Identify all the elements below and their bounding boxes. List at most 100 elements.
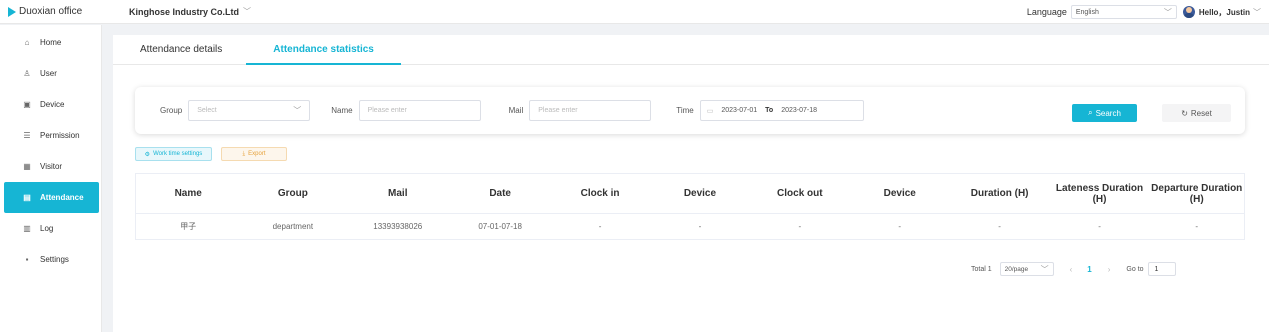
column-header[interactable]: Departure Duration (H) xyxy=(1149,173,1245,214)
table-cell: - xyxy=(1049,213,1150,240)
attendance-icon: ▤ xyxy=(23,193,31,202)
sidebar-item-label: Permission xyxy=(40,131,80,140)
sidebar-item-attendance[interactable]: ▤ Attendance xyxy=(4,182,99,213)
column-header[interactable]: Clock in xyxy=(550,173,650,214)
gear-icon: ⚙ xyxy=(144,151,151,158)
sidebar-item-settings[interactable]: ▪ Settings xyxy=(4,244,99,275)
page-number-current[interactable]: 1 xyxy=(1087,265,1091,274)
sidebar: ⌂ Home ♙ User ▣ Device ☰ Permission ▦ Vi… xyxy=(0,25,102,332)
work-time-label: Work time settings xyxy=(153,151,203,157)
name-placeholder: Please enter xyxy=(367,107,407,114)
mail-label: Mail xyxy=(508,106,524,115)
mail-input[interactable]: Please enter xyxy=(529,100,652,121)
date-to: 2023-07-18 xyxy=(781,107,818,114)
user-icon: ♙ xyxy=(23,69,31,78)
sidebar-item-label: User xyxy=(40,69,57,78)
pagination: Total 1 20/page ﹀ ‹ 1 › Go to 1 xyxy=(971,261,1176,277)
next-page-icon[interactable]: › xyxy=(1108,265,1111,274)
sidebar-item-label: Log xyxy=(40,224,54,233)
table-cell: - xyxy=(949,213,1050,240)
language-select[interactable]: English ﹀ xyxy=(1070,5,1177,19)
group-label: Group xyxy=(160,106,183,115)
visitor-icon: ▦ xyxy=(23,162,31,171)
search-icon: ⌕ xyxy=(1088,108,1093,117)
name-label: Name xyxy=(331,106,353,115)
sidebar-item-user[interactable]: ♙ User xyxy=(4,58,99,89)
table-cell: - xyxy=(749,213,850,240)
export-label: Export xyxy=(248,151,266,157)
permission-icon: ☰ xyxy=(23,131,31,140)
table-cell: - xyxy=(650,213,750,240)
sidebar-item-label: Home xyxy=(40,38,62,47)
sidebar-item-label: Settings xyxy=(40,255,69,264)
reset-icon: ↻ xyxy=(1181,108,1188,118)
date-to-label: To xyxy=(765,107,774,114)
sidebar-item-home[interactable]: ⌂ Home xyxy=(4,27,99,58)
sidebar-item-device[interactable]: ▣ Device xyxy=(4,89,99,120)
column-header[interactable]: Duration (H) xyxy=(949,173,1050,214)
reset-label: Reset xyxy=(1190,108,1212,118)
page-size-value: 20/page xyxy=(1004,265,1029,273)
sidebar-item-label: Visitor xyxy=(40,162,63,171)
language-label: Language xyxy=(1026,7,1067,17)
chevron-down-icon: ﹀ xyxy=(1253,7,1261,17)
calendar-icon: ▭ xyxy=(706,107,714,115)
search-label: Search xyxy=(1095,108,1121,118)
table-cell: - xyxy=(550,213,650,240)
home-icon: ⌂ xyxy=(24,38,30,47)
export-button[interactable]: ⤓ Export xyxy=(221,147,287,161)
chevron-down-icon: ﹀ xyxy=(293,106,302,115)
company-name: Kinghose Industry Co.Ltd xyxy=(129,6,239,17)
sidebar-item-visitor[interactable]: ▦ Visitor xyxy=(4,151,99,182)
table-header-row: Name Group Mail Date Clock in Device Clo… xyxy=(135,173,1245,214)
sidebar-item-permission[interactable]: ☰ Permission xyxy=(4,120,99,151)
top-bar: Duoxian office Kinghose Industry Co.Ltd … xyxy=(0,0,1269,24)
main-panel: Attendance details Attendance statistics… xyxy=(113,35,1269,332)
page-size-select[interactable]: 20/page ﹀ xyxy=(999,262,1054,276)
tab-attendance-statistics[interactable]: Attendance statistics xyxy=(246,44,401,65)
prev-page-icon[interactable]: ‹ xyxy=(1070,265,1073,274)
attendance-table: Name Group Mail Date Clock in Device Clo… xyxy=(135,173,1245,240)
app-logo[interactable]: Duoxian office xyxy=(0,6,102,17)
mail-placeholder: Please enter xyxy=(538,107,578,114)
tab-attendance-details[interactable]: Attendance details xyxy=(140,44,222,64)
name-input[interactable]: Please enter xyxy=(358,100,481,121)
table-cell: - xyxy=(849,213,950,240)
goto-label: Go to xyxy=(1126,265,1144,273)
tab-bar: Attendance details Attendance statistics xyxy=(113,35,1269,65)
column-header[interactable]: Mail xyxy=(345,173,451,214)
column-header[interactable]: Clock out xyxy=(749,173,850,214)
sidebar-item-label: Attendance xyxy=(40,193,84,202)
column-header[interactable]: Group xyxy=(240,173,346,214)
app-name: Duoxian office xyxy=(19,6,83,17)
column-header[interactable]: Lateness Duration (H) xyxy=(1049,173,1150,214)
column-header[interactable]: Date xyxy=(450,173,551,214)
table-cell: 07-01-07-18 xyxy=(450,213,551,240)
total-count: Total 1 xyxy=(971,265,992,273)
language-value: English xyxy=(1075,8,1099,16)
table-cell: - xyxy=(1149,213,1245,240)
group-select[interactable]: Select ﹀ xyxy=(188,100,311,121)
chevron-down-icon: ﹀ xyxy=(243,7,251,16)
goto-page-input[interactable]: 1 xyxy=(1147,262,1176,276)
sidebar-item-log[interactable]: ▥ Log xyxy=(4,213,99,244)
date-from: 2023-07-01 xyxy=(721,107,758,114)
date-range-picker[interactable]: ▭ 2023-07-01 To 2023-07-18 xyxy=(699,100,864,121)
table-cell: 13393938026 xyxy=(345,213,451,240)
goto-value: 1 xyxy=(1154,265,1159,273)
search-button[interactable]: ⌕ Search xyxy=(1072,104,1137,122)
table-row[interactable]: 甲子 department 13393938026 07-01-07-18 - … xyxy=(135,213,1245,240)
time-label: Time xyxy=(676,106,694,115)
table-cell: department xyxy=(240,213,346,240)
log-icon: ▥ xyxy=(23,224,31,233)
sidebar-item-label: Device xyxy=(40,100,65,109)
user-menu[interactable]: Hello，Justin ﹀ xyxy=(1199,7,1261,18)
column-header[interactable]: Device xyxy=(849,173,950,214)
avatar[interactable] xyxy=(1182,6,1195,18)
chevron-down-icon: ﹀ xyxy=(1040,264,1049,274)
column-header[interactable]: Name xyxy=(135,173,241,214)
column-header[interactable]: Device xyxy=(650,173,750,214)
reset-button[interactable]: ↻ Reset xyxy=(1162,104,1231,122)
company-selector[interactable]: Kinghose Industry Co.Ltd ﹀ xyxy=(129,6,251,17)
work-time-settings-button[interactable]: ⚙ Work time settings xyxy=(135,147,212,161)
